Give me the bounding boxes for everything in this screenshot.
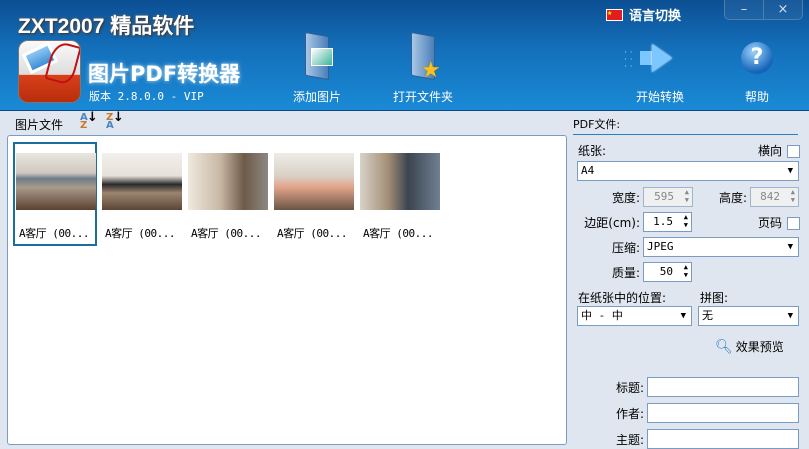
collage-select[interactable]: 无 — [698, 306, 799, 326]
page-number-checkbox[interactable] — [787, 217, 800, 230]
image-thumbnail[interactable] — [274, 153, 354, 210]
image-caption: A客厅 (00... — [105, 227, 175, 240]
width-value: 595 — [654, 190, 674, 203]
width-spinbox[interactable]: 595 ▲ ▼ — [643, 187, 693, 207]
subject-input[interactable] — [647, 429, 799, 449]
image-caption: A客厅 (00... — [191, 227, 261, 240]
landscape-checkbox[interactable] — [787, 145, 800, 158]
image-files-label: 图片文件 — [15, 118, 64, 132]
folder-star-icon: ★ — [403, 31, 443, 84]
spin-arrows-icon: ▲ ▼ — [683, 213, 688, 229]
add-image-icon — [297, 31, 337, 84]
compression-select[interactable]: JPEG — [643, 237, 799, 257]
author-input[interactable] — [647, 403, 799, 423]
margin-spinbox[interactable]: 1.5 ▲ ▼ — [643, 212, 692, 232]
image-caption: A客厅 (00... — [363, 227, 433, 240]
quality-label: 质量: — [611, 266, 640, 280]
quality-value: 50 — [659, 265, 673, 278]
image-caption: A客厅 (00... — [277, 227, 347, 240]
pdf-section-label: PDF文件: — [573, 118, 621, 131]
magnifier-icon: 🔍︎ — [715, 338, 733, 355]
image-thumbnail[interactable] — [360, 153, 440, 210]
brand-text: ZXT2007 精品软件 — [18, 15, 195, 38]
paper-label: 纸张: — [578, 144, 607, 158]
add-images-button[interactable]: 添加图片 — [272, 31, 362, 105]
preview-label: 效果预览 — [735, 340, 784, 354]
open-folder-label: 打开文件夹 — [392, 90, 453, 104]
page-number-label: 页码 — [758, 216, 783, 230]
title-input[interactable] — [647, 377, 799, 397]
image-thumbnail[interactable] — [188, 153, 268, 210]
subject-label: 主题: — [615, 433, 644, 447]
spin-arrows-icon: ▲ ▼ — [684, 188, 689, 204]
image-caption: A客厅 (00... — [19, 227, 89, 240]
margin-value: 1.5 — [653, 215, 673, 228]
image-list[interactable]: A客厅 (00... A客厅 (00... A客厅 (00... A客厅 (00… — [7, 135, 567, 445]
arrow-right-icon: · · · · · · — [624, 32, 680, 84]
section-divider — [573, 134, 798, 135]
spin-arrows-icon: ▲ ▼ — [790, 188, 795, 204]
position-select[interactable]: 中 - 中 — [577, 306, 692, 326]
image-thumbnail[interactable] — [16, 153, 96, 210]
start-convert-button[interactable]: · · · · · · 开始转换 — [615, 32, 705, 105]
height-spinbox[interactable]: 842 ▲ ▼ — [750, 187, 799, 207]
app-logo — [18, 40, 81, 103]
close-button[interactable]: × — [764, 0, 802, 19]
compression-label: 压缩: — [611, 241, 640, 255]
landscape-label: 横向 — [758, 144, 783, 158]
start-convert-label: 开始转换 — [635, 90, 684, 104]
open-folder-button[interactable]: ★ 打开文件夹 — [378, 31, 468, 105]
help-icon: ? — [737, 32, 777, 84]
margin-label: 边距(cm): — [584, 216, 640, 230]
app-title: 图片PDF转换器 — [88, 62, 241, 86]
title-label: 标题: — [615, 381, 644, 395]
position-label: 在纸张中的位置: — [578, 291, 667, 305]
author-label: 作者: — [615, 407, 644, 421]
window-controls: – × — [724, 0, 803, 20]
sort-az-button[interactable]: A ↓ Z — [80, 111, 98, 131]
help-button[interactable]: ? 帮助 — [712, 32, 802, 105]
version-label: 版本 2.8.0.0 - VIP — [89, 90, 204, 103]
collage-label: 拼图: — [700, 291, 729, 305]
language-label: 语言切换 — [629, 9, 682, 24]
minimize-button[interactable]: – — [725, 0, 764, 19]
width-label: 宽度: — [611, 191, 640, 205]
quality-spinbox[interactable]: 50 ▲ ▼ — [643, 262, 692, 282]
height-value: 842 — [760, 190, 780, 203]
header-banner: ZXT2007 精品软件 图片PDF转换器 版本 2.8.0.0 - VIP 添… — [0, 0, 809, 111]
sort-za-button[interactable]: Z ↓ A — [106, 111, 124, 131]
spin-arrows-icon: ▲ ▼ — [683, 263, 688, 279]
china-flag-icon: ★ — [606, 8, 623, 21]
add-images-label: 添加图片 — [292, 90, 341, 104]
height-label: 高度: — [718, 191, 747, 205]
image-thumbnail[interactable] — [102, 153, 182, 210]
preview-button[interactable]: 🔍︎ 效果预览 — [715, 338, 784, 355]
help-label: 帮助 — [744, 90, 769, 104]
language-switch[interactable]: ★ 语言切换 — [606, 5, 681, 24]
paper-select[interactable]: A4 — [577, 161, 799, 181]
